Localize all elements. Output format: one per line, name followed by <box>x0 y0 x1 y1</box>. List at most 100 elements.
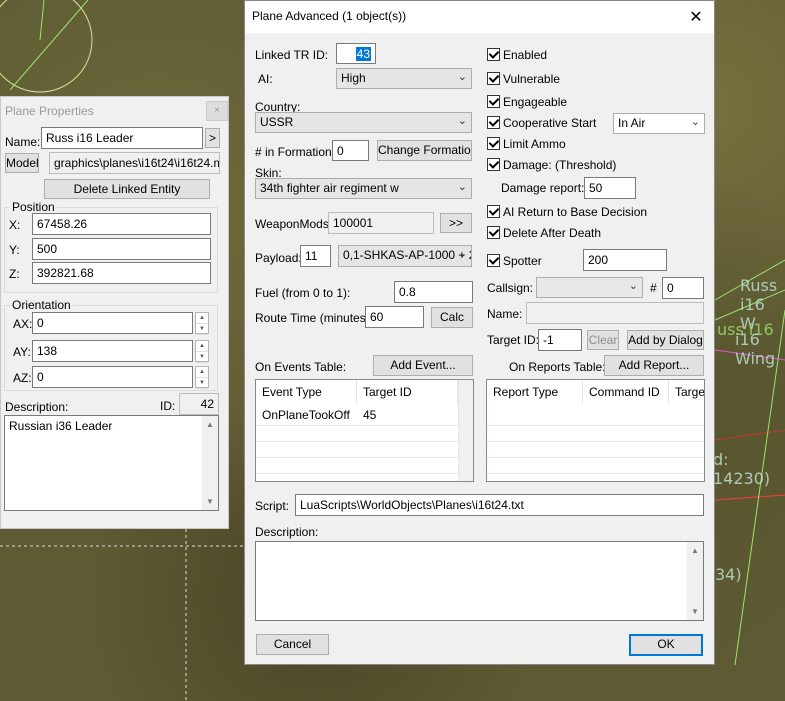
scroll-up-icon[interactable]: ▲ <box>687 542 703 559</box>
description-text: Russian i36 Leader <box>9 419 113 433</box>
z-input[interactable]: 392821.68 <box>32 262 211 284</box>
damage-threshold-checkbox[interactable]: Damage: (Threshold) <box>487 158 616 172</box>
checkbox-checked-icon[interactable] <box>487 72 500 85</box>
scroll-down-icon[interactable]: ▼ <box>687 603 703 620</box>
checkbox-checked-icon[interactable] <box>487 205 500 218</box>
reports-table[interactable]: Report Type Command ID Targe <box>486 379 705 482</box>
az-spinner[interactable]: ▲ ▼ <box>195 366 209 389</box>
name-label: Name: <box>5 135 41 149</box>
spin-down-icon[interactable]: ▼ <box>196 352 208 363</box>
checkbox-checked-icon[interactable] <box>487 226 500 239</box>
fuel-input[interactable]: 0.8 <box>394 281 473 303</box>
spotter-checkbox[interactable]: Spotter <box>487 254 542 268</box>
skin-select-value: 34th fighter air regiment w <box>260 181 399 195</box>
ok-button[interactable]: OK <box>629 634 703 656</box>
id-label: ID: <box>160 399 176 413</box>
model-button[interactable]: Model <box>5 153 39 173</box>
linked-tr-input[interactable]: 43 <box>336 43 376 64</box>
calc-button[interactable]: Calc <box>431 307 473 328</box>
script-input[interactable]: LuaScripts\WorldObjects\Planes\i16t24.tx… <box>295 494 704 516</box>
vulnerable-checkbox[interactable]: Vulnerable <box>487 72 560 86</box>
checkbox-checked-icon[interactable] <box>487 137 500 150</box>
map-label: 34) <box>715 565 742 584</box>
events-column-header[interactable]: Target ID <box>357 380 458 404</box>
events-cell-event-type[interactable]: OnPlaneTookOff <box>256 405 357 425</box>
limit-ammo-checkbox[interactable]: Limit Ammo <box>487 137 566 151</box>
checkbox-checked-icon[interactable] <box>487 158 500 171</box>
checkbox-checked-icon[interactable] <box>487 95 500 108</box>
checkbox-checked-icon[interactable] <box>487 254 500 267</box>
payload-select-value: 0,1-SHKAS-AP-1000 + 2 <box>343 248 472 262</box>
payload-input[interactable]: 11 <box>300 245 331 267</box>
close-icon[interactable]: × <box>206 101 228 121</box>
description-textarea[interactable]: Russian i36 Leader <box>4 415 219 511</box>
z-label: Z: <box>9 267 20 281</box>
chevron-down-icon: ⌄ <box>457 248 467 260</box>
ay-spinner[interactable]: ▲ ▼ <box>195 340 209 363</box>
formation-input[interactable]: 0 <box>332 140 369 161</box>
checkbox-checked-icon[interactable] <box>487 48 500 61</box>
spin-up-icon[interactable]: ▲ <box>196 341 208 352</box>
events-table[interactable]: Event Type Target ID OnPlaneTookOff 45 <box>255 379 474 482</box>
country-select[interactable]: USSR ⌄ <box>255 112 472 133</box>
skin-select[interactable]: 34th fighter air regiment w ⌄ <box>255 178 472 199</box>
weaponmods-button[interactable]: >> <box>440 213 472 233</box>
cooperative-start-checkbox[interactable]: Cooperative Start <box>487 116 596 130</box>
add-event-button[interactable]: Add Event... <box>373 355 473 376</box>
target-id-input[interactable]: -1 <box>538 329 582 351</box>
engageable-checkbox[interactable]: Engageable <box>487 95 567 109</box>
payload-label: Payload: <box>255 251 302 265</box>
close-icon[interactable]: ✕ <box>686 7 706 27</box>
description-textarea[interactable] <box>255 541 704 621</box>
az-input[interactable]: 0 <box>32 366 193 388</box>
chevron-down-icon: ⌄ <box>457 181 467 193</box>
callsign-select[interactable]: ⌄ <box>536 277 643 298</box>
callsign-number-input[interactable]: 0 <box>662 277 704 299</box>
delete-linked-entity-button[interactable]: Delete Linked Entity <box>44 179 210 199</box>
cancel-button[interactable]: Cancel <box>256 634 329 655</box>
linked-tr-label: Linked TR ID: <box>255 48 329 62</box>
country-select-value: USSR <box>260 115 294 129</box>
spin-up-icon[interactable]: ▲ <box>196 367 208 378</box>
add-by-dialog-button[interactable]: Add by Dialog <box>627 330 704 350</box>
ax-spinner[interactable]: ▲ ▼ <box>195 312 209 335</box>
scroll-down-icon[interactable]: ▼ <box>202 493 218 510</box>
reports-column-header[interactable]: Command ID <box>583 380 669 404</box>
chevron-down-icon: ⌄ <box>690 116 700 128</box>
description-scrollbar[interactable]: ▲ ▼ <box>202 416 218 510</box>
description-scrollbar[interactable]: ▲ ▼ <box>687 542 703 620</box>
route-time-input[interactable]: 60 <box>365 306 424 328</box>
payload-select[interactable]: 0,1-SHKAS-AP-1000 + 2 ⌄ <box>338 245 472 267</box>
delete-after-death-checkbox[interactable]: Delete After Death <box>487 226 601 240</box>
clear-button[interactable]: Clear <box>587 330 619 350</box>
reports-column-header[interactable]: Report Type <box>487 380 583 404</box>
events-column-header[interactable]: Event Type <box>256 380 357 404</box>
ai-select[interactable]: High ⌄ <box>336 68 472 89</box>
spin-up-icon[interactable]: ▲ <box>196 313 208 324</box>
map-label: d: 14230) <box>713 450 771 488</box>
reports-column-header[interactable]: Targe <box>669 380 704 404</box>
y-input[interactable]: 500 <box>32 238 211 260</box>
chevron-down-icon: ⌄ <box>628 280 638 292</box>
table-row-divider <box>487 441 704 442</box>
x-input[interactable]: 67458.26 <box>32 213 211 235</box>
spin-down-icon[interactable]: ▼ <box>196 378 208 389</box>
ay-input[interactable]: 138 <box>32 340 193 362</box>
add-report-button[interactable]: Add Report... <box>604 355 704 376</box>
cooperative-start-select[interactable]: In Air ⌄ <box>613 113 705 134</box>
name-expand-button[interactable]: > <box>205 128 220 148</box>
events-cell-target-id[interactable]: 45 <box>357 405 458 425</box>
change-formation-button[interactable]: Change Formation <box>377 140 472 161</box>
ai-return-checkbox[interactable]: AI Return to Base Decision <box>487 205 647 219</box>
name-input[interactable]: Russ i16 Leader <box>41 127 203 149</box>
weaponmods-field: 100001 <box>328 212 434 234</box>
spotter-input[interactable]: 200 <box>583 249 667 271</box>
events-scrollbar[interactable] <box>458 380 473 481</box>
damage-report-input[interactable]: 50 <box>584 177 636 199</box>
spin-down-icon[interactable]: ▼ <box>196 324 208 335</box>
scroll-up-icon[interactable]: ▲ <box>202 416 218 433</box>
ax-input[interactable]: 0 <box>32 312 193 334</box>
enabled-checkbox[interactable]: Enabled <box>487 48 547 62</box>
checkbox-checked-icon[interactable] <box>487 116 500 129</box>
ax-label: AX: <box>13 317 33 331</box>
